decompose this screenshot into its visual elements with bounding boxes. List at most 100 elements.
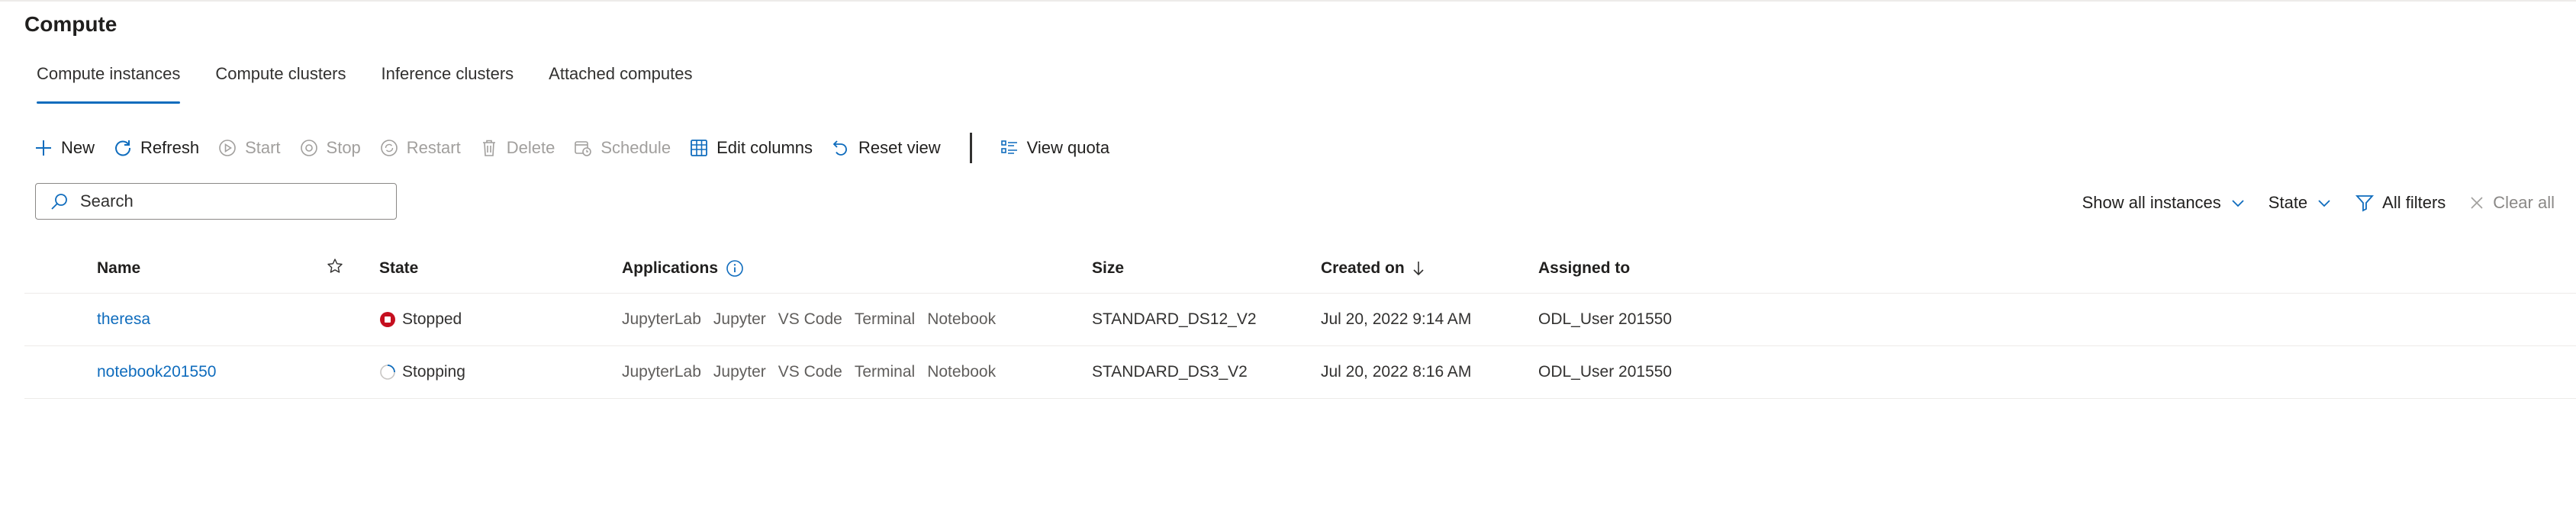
app-link-jupyter[interactable]: Jupyter	[713, 310, 766, 329]
refresh-button[interactable]: Refresh	[113, 138, 199, 158]
refresh-icon	[113, 138, 133, 158]
app-link-notebook[interactable]: Notebook	[927, 310, 996, 329]
start-button[interactable]: Start	[217, 138, 281, 158]
sort-descending-icon	[1412, 260, 1425, 277]
created-on-cell: Jul 20, 2022 9:14 AM	[1321, 310, 1472, 328]
search-box[interactable]	[35, 183, 397, 220]
column-header-size[interactable]: Size	[1092, 244, 1124, 293]
info-icon[interactable]	[726, 259, 744, 278]
trash-icon	[479, 138, 499, 158]
view-quota-button[interactable]: View quota	[1000, 138, 1109, 158]
column-header-assigned-to[interactable]: Assigned to	[1538, 244, 1630, 293]
size-cell: STANDARD_DS12_V2	[1092, 310, 1257, 328]
instance-name-link[interactable]: notebook201550	[97, 346, 217, 398]
all-filters-button[interactable]: All filters	[2355, 193, 2446, 213]
column-header-label: Name	[97, 259, 141, 277]
column-header-state[interactable]: State	[379, 244, 418, 293]
state-dropdown[interactable]: State	[2268, 193, 2332, 213]
tab-inference-clusters[interactable]: Inference clusters	[382, 64, 514, 104]
assigned-to-cell: ODL_User 201550	[1538, 363, 1673, 381]
schedule-button[interactable]: Schedule	[573, 138, 671, 158]
calendar-clock-icon	[573, 138, 593, 158]
favorite-column-header[interactable]	[327, 244, 343, 293]
app-link-vscode[interactable]: VS Code	[778, 363, 842, 381]
new-button[interactable]: New	[34, 138, 95, 158]
page-title: Compute	[24, 12, 118, 36]
reset-view-button[interactable]: Reset view	[831, 138, 941, 158]
app-link-jupyterlab[interactable]: JupyterLab	[622, 363, 701, 381]
stop-button[interactable]: Stop	[299, 138, 361, 158]
table-header-row: Name State Applications Size Created on …	[24, 244, 2576, 294]
column-header-label: State	[379, 259, 419, 277]
stop-label: Stop	[326, 138, 361, 157]
play-icon	[217, 138, 237, 158]
instance-name-link[interactable]: theresa	[97, 294, 150, 345]
filter-bar: Show all instances State All filters Cle…	[2059, 188, 2555, 218]
filter-icon	[2355, 193, 2375, 213]
app-link-terminal[interactable]: Terminal	[855, 310, 915, 329]
toolbar-divider	[969, 133, 972, 163]
table-row[interactable]: theresa Stopped JupyterLab Jupyter VS Co…	[24, 294, 2576, 346]
reset-view-label: Reset view	[858, 138, 941, 157]
list-icon	[1000, 138, 1019, 158]
plus-icon	[34, 138, 53, 158]
column-header-label: Created on	[1321, 259, 1405, 277]
tab-compute-instances[interactable]: Compute instances	[37, 64, 181, 104]
tab-bar: Compute instances Compute clusters Infer…	[37, 64, 728, 104]
spinner-icon	[379, 364, 396, 381]
column-header-label: Assigned to	[1538, 259, 1631, 277]
chevron-down-icon	[2317, 195, 2332, 210]
delete-label: Delete	[506, 138, 555, 157]
edit-columns-button[interactable]: Edit columns	[689, 138, 813, 158]
delete-button[interactable]: Delete	[479, 138, 555, 158]
column-header-created-on[interactable]: Created on	[1321, 244, 1425, 293]
refresh-label: Refresh	[140, 138, 200, 157]
stopped-icon	[379, 311, 396, 328]
show-instances-label: Show all instances	[2082, 193, 2221, 212]
tab-compute-clusters[interactable]: Compute clusters	[215, 64, 346, 104]
show-instances-dropdown[interactable]: Show all instances	[2082, 193, 2246, 213]
edit-columns-label: Edit columns	[716, 138, 813, 157]
created-on-cell: Jul 20, 2022 8:16 AM	[1321, 363, 1472, 381]
app-link-notebook[interactable]: Notebook	[927, 363, 996, 381]
column-header-applications[interactable]: Applications	[622, 244, 744, 293]
search-icon	[50, 191, 69, 211]
command-bar: New Refresh Start Stop Restart Delete Sc…	[34, 133, 1128, 163]
column-header-label: Applications	[622, 259, 719, 277]
restart-button[interactable]: Restart	[379, 138, 461, 158]
table-icon	[689, 138, 709, 158]
all-filters-label: All filters	[2382, 193, 2446, 212]
stop-icon	[299, 138, 319, 158]
app-link-jupyterlab[interactable]: JupyterLab	[622, 310, 701, 329]
state-cell: Stopped	[379, 294, 462, 345]
applications-cell: JupyterLab Jupyter VS Code Terminal Note…	[622, 294, 1008, 345]
column-header-label: Size	[1092, 259, 1125, 277]
clear-all-label: Clear all	[2493, 193, 2555, 212]
tab-attached-computes[interactable]: Attached computes	[549, 64, 692, 104]
new-label: New	[61, 138, 95, 157]
undo-icon	[831, 138, 851, 158]
state-text: Stopped	[402, 310, 462, 328]
state-cell: Stopping	[379, 346, 465, 398]
schedule-label: Schedule	[601, 138, 671, 157]
restart-icon	[379, 138, 399, 158]
state-filter-label: State	[2268, 193, 2308, 212]
column-header-name[interactable]: Name	[97, 244, 140, 293]
size-cell: STANDARD_DS3_V2	[1092, 363, 1248, 381]
clear-all-button[interactable]: Clear all	[2468, 193, 2555, 213]
restart-label: Restart	[406, 138, 461, 157]
close-icon	[2468, 194, 2485, 211]
applications-cell: JupyterLab Jupyter VS Code Terminal Note…	[622, 346, 1008, 398]
star-icon	[327, 258, 343, 279]
table-row[interactable]: notebook201550 Stopping JupyterLab Jupyt…	[24, 346, 2576, 399]
chevron-down-icon	[2230, 195, 2246, 210]
assigned-to-cell: ODL_User 201550	[1538, 310, 1673, 328]
view-quota-label: View quota	[1026, 138, 1110, 157]
app-link-vscode[interactable]: VS Code	[778, 310, 842, 329]
search-input[interactable]	[79, 191, 387, 212]
app-link-terminal[interactable]: Terminal	[855, 363, 915, 381]
start-label: Start	[245, 138, 281, 157]
compute-instances-table: Name State Applications Size Created on …	[24, 244, 2576, 399]
top-divider	[0, 0, 2576, 2]
app-link-jupyter[interactable]: Jupyter	[713, 363, 766, 381]
